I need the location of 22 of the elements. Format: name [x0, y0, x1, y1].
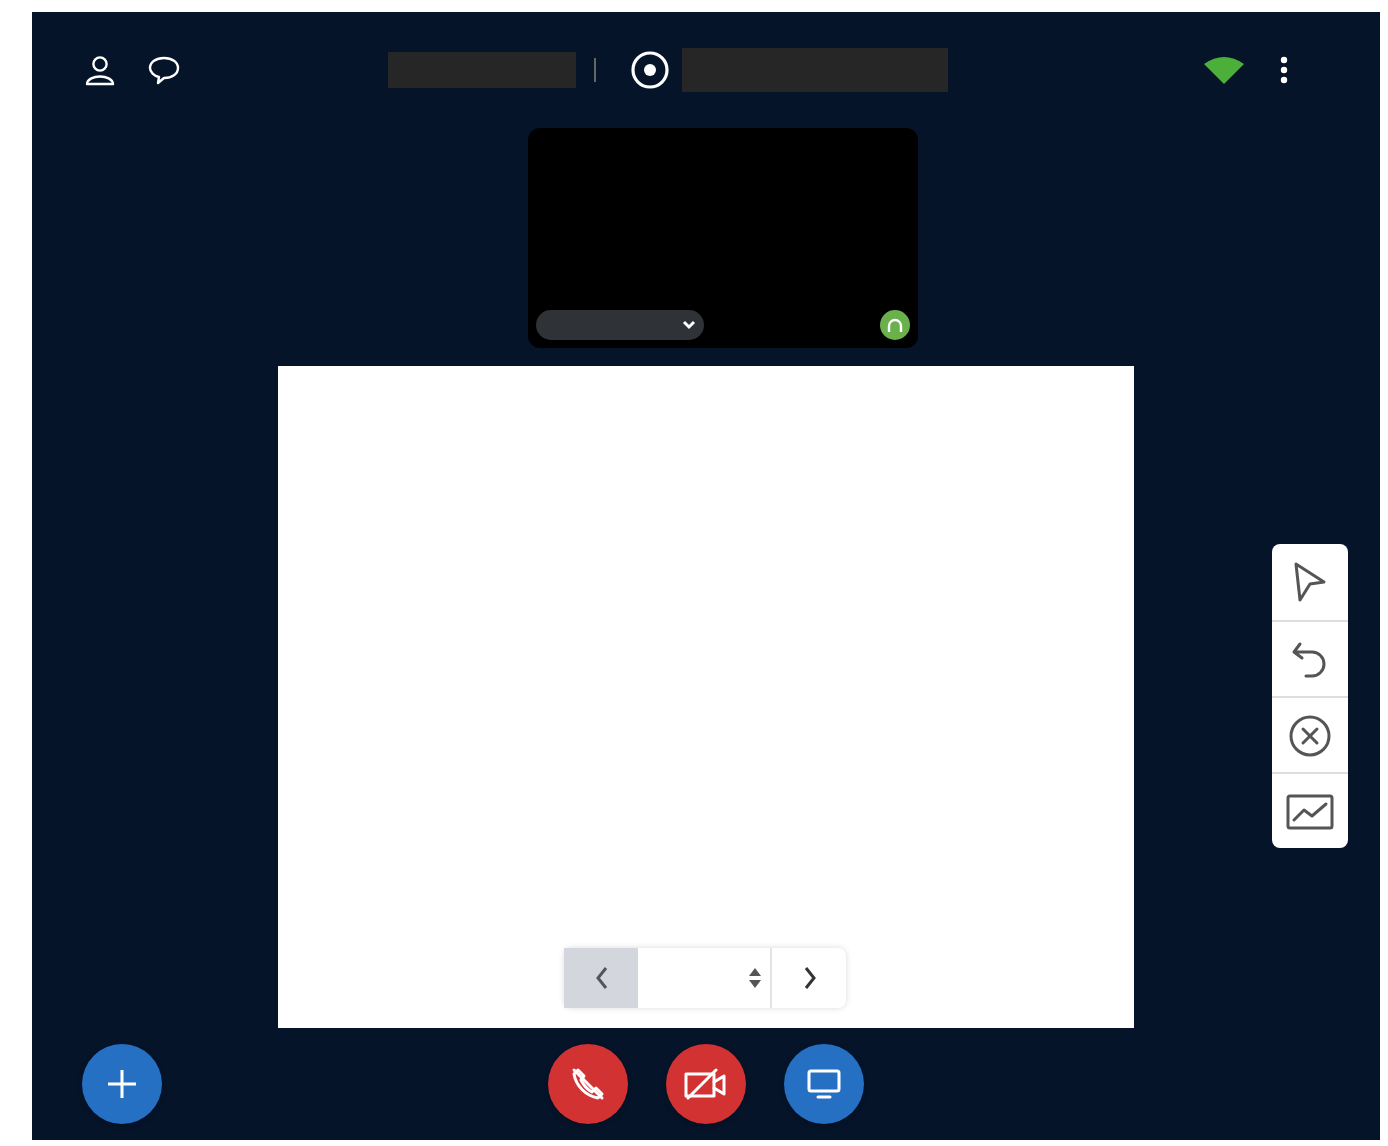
share-screen-button[interactable] — [784, 1044, 864, 1124]
add-button[interactable] — [82, 1044, 162, 1124]
camera-off-icon — [684, 1068, 728, 1100]
phone-crossed-icon — [570, 1066, 606, 1102]
monitor-icon — [806, 1068, 842, 1100]
undo-icon — [1290, 637, 1330, 681]
headphones-icon — [885, 316, 903, 334]
chevron-left-icon — [593, 966, 609, 990]
chevron-right-icon — [801, 966, 817, 990]
person-icon[interactable] — [84, 54, 116, 86]
close-circle-icon — [1288, 713, 1332, 757]
more-icon[interactable] — [1280, 56, 1288, 84]
plus-icon — [106, 1068, 138, 1100]
line-chart-icon — [1286, 791, 1334, 831]
hang-up-button[interactable] — [548, 1044, 628, 1124]
wifi-icon — [1204, 56, 1244, 84]
record-icon[interactable] — [630, 50, 670, 90]
chat-icon[interactable] — [148, 54, 180, 86]
video-button[interactable] — [666, 1044, 746, 1124]
chevron-down-icon — [681, 320, 695, 330]
spinner-arrows-icon — [748, 966, 762, 990]
pointer-icon — [1290, 560, 1330, 604]
